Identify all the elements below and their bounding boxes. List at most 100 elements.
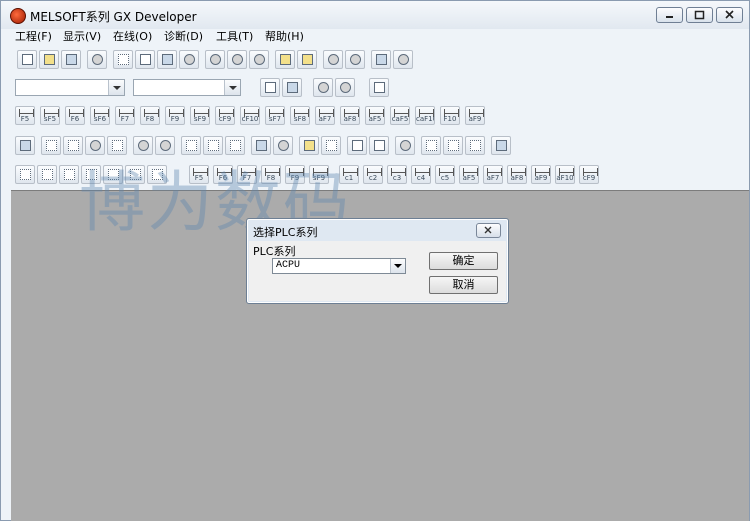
device-symbol-button[interactable]: aF7: [483, 165, 503, 184]
cancel-button[interactable]: 取消: [429, 276, 498, 294]
device-symbol-button[interactable]: F7: [237, 165, 257, 184]
monitor-mode-button[interactable]: [85, 136, 105, 155]
device-symbol-button[interactable]: F5: [189, 165, 209, 184]
device-test-button[interactable]: [299, 136, 319, 155]
insert-row-button[interactable]: [15, 165, 35, 184]
monitor-stop-button[interactable]: [345, 50, 365, 69]
menu-project[interactable]: 工程(F): [15, 29, 52, 44]
ladder-symbol-button[interactable]: F8: [140, 106, 160, 125]
save-project-button[interactable]: [61, 50, 81, 69]
alias-button[interactable]: [369, 78, 389, 97]
ladder-symbol-button[interactable]: aF7: [315, 106, 335, 125]
edit-line-button[interactable]: [181, 136, 201, 155]
screen-button[interactable]: [491, 136, 511, 155]
project-tree-button[interactable]: [282, 78, 302, 97]
sfc-transition-button[interactable]: [103, 165, 123, 184]
ladder-symbol-button[interactable]: caF5: [390, 106, 410, 125]
menu-view[interactable]: 显示(V): [63, 29, 101, 44]
undo-button[interactable]: [179, 50, 199, 69]
read-plc-button[interactable]: [297, 50, 317, 69]
device-symbol-button[interactable]: aF8: [507, 165, 527, 184]
sfc-button[interactable]: [63, 136, 83, 155]
timing-chart-button[interactable]: [321, 136, 341, 155]
sfc-step-button[interactable]: [81, 165, 101, 184]
ladder-symbol-button[interactable]: aF5: [365, 106, 385, 125]
find-instruction-button[interactable]: [227, 50, 247, 69]
page-next-button[interactable]: [369, 136, 389, 155]
device-batch-button[interactable]: [251, 136, 271, 155]
ladder-symbol-button[interactable]: sF9: [190, 106, 210, 125]
device-symbol-button[interactable]: aF9: [531, 165, 551, 184]
edit-draw-button[interactable]: [203, 136, 223, 155]
menu-help[interactable]: 帮助(H): [265, 29, 304, 44]
open-project-button[interactable]: [39, 50, 59, 69]
monitor-button[interactable]: [323, 50, 343, 69]
print-button[interactable]: [87, 50, 107, 69]
device-symbol-button[interactable]: F9: [285, 165, 305, 184]
device-symbol-button[interactable]: c4: [411, 165, 431, 184]
new-project-button[interactable]: [17, 50, 37, 69]
ladder-symbol-button[interactable]: aF8: [340, 106, 360, 125]
paste-button[interactable]: [157, 50, 177, 69]
page-prev-button[interactable]: [347, 136, 367, 155]
device-symbol-button[interactable]: aF5: [459, 165, 479, 184]
data-list-button[interactable]: [260, 78, 280, 97]
sfc-jump-button[interactable]: [125, 165, 145, 184]
ladder-symbol-button[interactable]: F9: [165, 106, 185, 125]
partial-run-button[interactable]: [465, 136, 485, 155]
device-symbol-button[interactable]: sF9: [309, 165, 329, 184]
copy-button[interactable]: [135, 50, 155, 69]
step-skip-button[interactable]: [443, 136, 463, 155]
sfc-end-button[interactable]: [147, 165, 167, 184]
entry-monitor-button[interactable]: [273, 136, 293, 155]
network-button[interactable]: [395, 136, 415, 155]
ladder-symbol-button[interactable]: F10: [440, 106, 460, 125]
ok-button[interactable]: 确定: [429, 252, 498, 270]
device-symbol-button[interactable]: cF9: [579, 165, 599, 184]
write-plc-button[interactable]: [275, 50, 295, 69]
device-symbol-button[interactable]: F8: [261, 165, 281, 184]
comment-button[interactable]: [313, 78, 333, 97]
ladder-symbol-button[interactable]: sF8: [290, 106, 310, 125]
device-symbol-button[interactable]: aF10: [555, 165, 575, 184]
ladder-mode-button[interactable]: [15, 136, 35, 155]
ladder-symbol-button[interactable]: sF5: [40, 106, 60, 125]
ladder-symbol-button[interactable]: sF7: [265, 106, 285, 125]
ladder-symbol-button[interactable]: F7: [115, 106, 135, 125]
cut-button[interactable]: [113, 50, 133, 69]
maximize-button[interactable]: [686, 7, 713, 23]
device-symbol-button[interactable]: c3: [387, 165, 407, 184]
step-run-button[interactable]: [421, 136, 441, 155]
parameter-button[interactable]: [371, 50, 391, 69]
ladder-symbol-button[interactable]: F6: [65, 106, 85, 125]
statement-button[interactable]: [335, 78, 355, 97]
menu-tools[interactable]: 工具(T): [216, 29, 253, 44]
device-symbol-button[interactable]: c2: [363, 165, 383, 184]
ladder-symbol-button[interactable]: aF9: [465, 106, 485, 125]
menu-diagnostics[interactable]: 诊断(D): [164, 29, 203, 44]
convert-button[interactable]: [133, 136, 153, 155]
device-symbol-button[interactable]: c5: [435, 165, 455, 184]
ladder-symbol-button[interactable]: cF9: [215, 106, 235, 125]
device-symbol-button[interactable]: F6: [213, 165, 233, 184]
find-device-button[interactable]: [205, 50, 225, 69]
ladder-symbol-button[interactable]: cF10: [240, 106, 260, 125]
find-contact-button[interactable]: [249, 50, 269, 69]
dialog-close-button[interactable]: [476, 223, 501, 238]
list-mode-button[interactable]: [41, 136, 61, 155]
program-select[interactable]: [15, 79, 125, 96]
close-button[interactable]: [716, 7, 743, 23]
plc-series-select[interactable]: ACPU: [272, 258, 406, 274]
edit-erase-button[interactable]: [225, 136, 245, 155]
delete-row-button[interactable]: [37, 165, 57, 184]
write-mode-button[interactable]: [107, 136, 127, 155]
ladder-symbol-button[interactable]: F5: [15, 106, 35, 125]
minimize-button[interactable]: [656, 7, 683, 23]
ladder-symbol-button[interactable]: sF6: [90, 106, 110, 125]
device-symbol-button[interactable]: c1: [339, 165, 359, 184]
data-type-select[interactable]: [133, 79, 241, 96]
diagnostics-button[interactable]: [393, 50, 413, 69]
split-view-button[interactable]: [59, 165, 79, 184]
ladder-symbol-button[interactable]: caF10: [415, 106, 435, 125]
menu-online[interactable]: 在线(O): [113, 29, 152, 44]
